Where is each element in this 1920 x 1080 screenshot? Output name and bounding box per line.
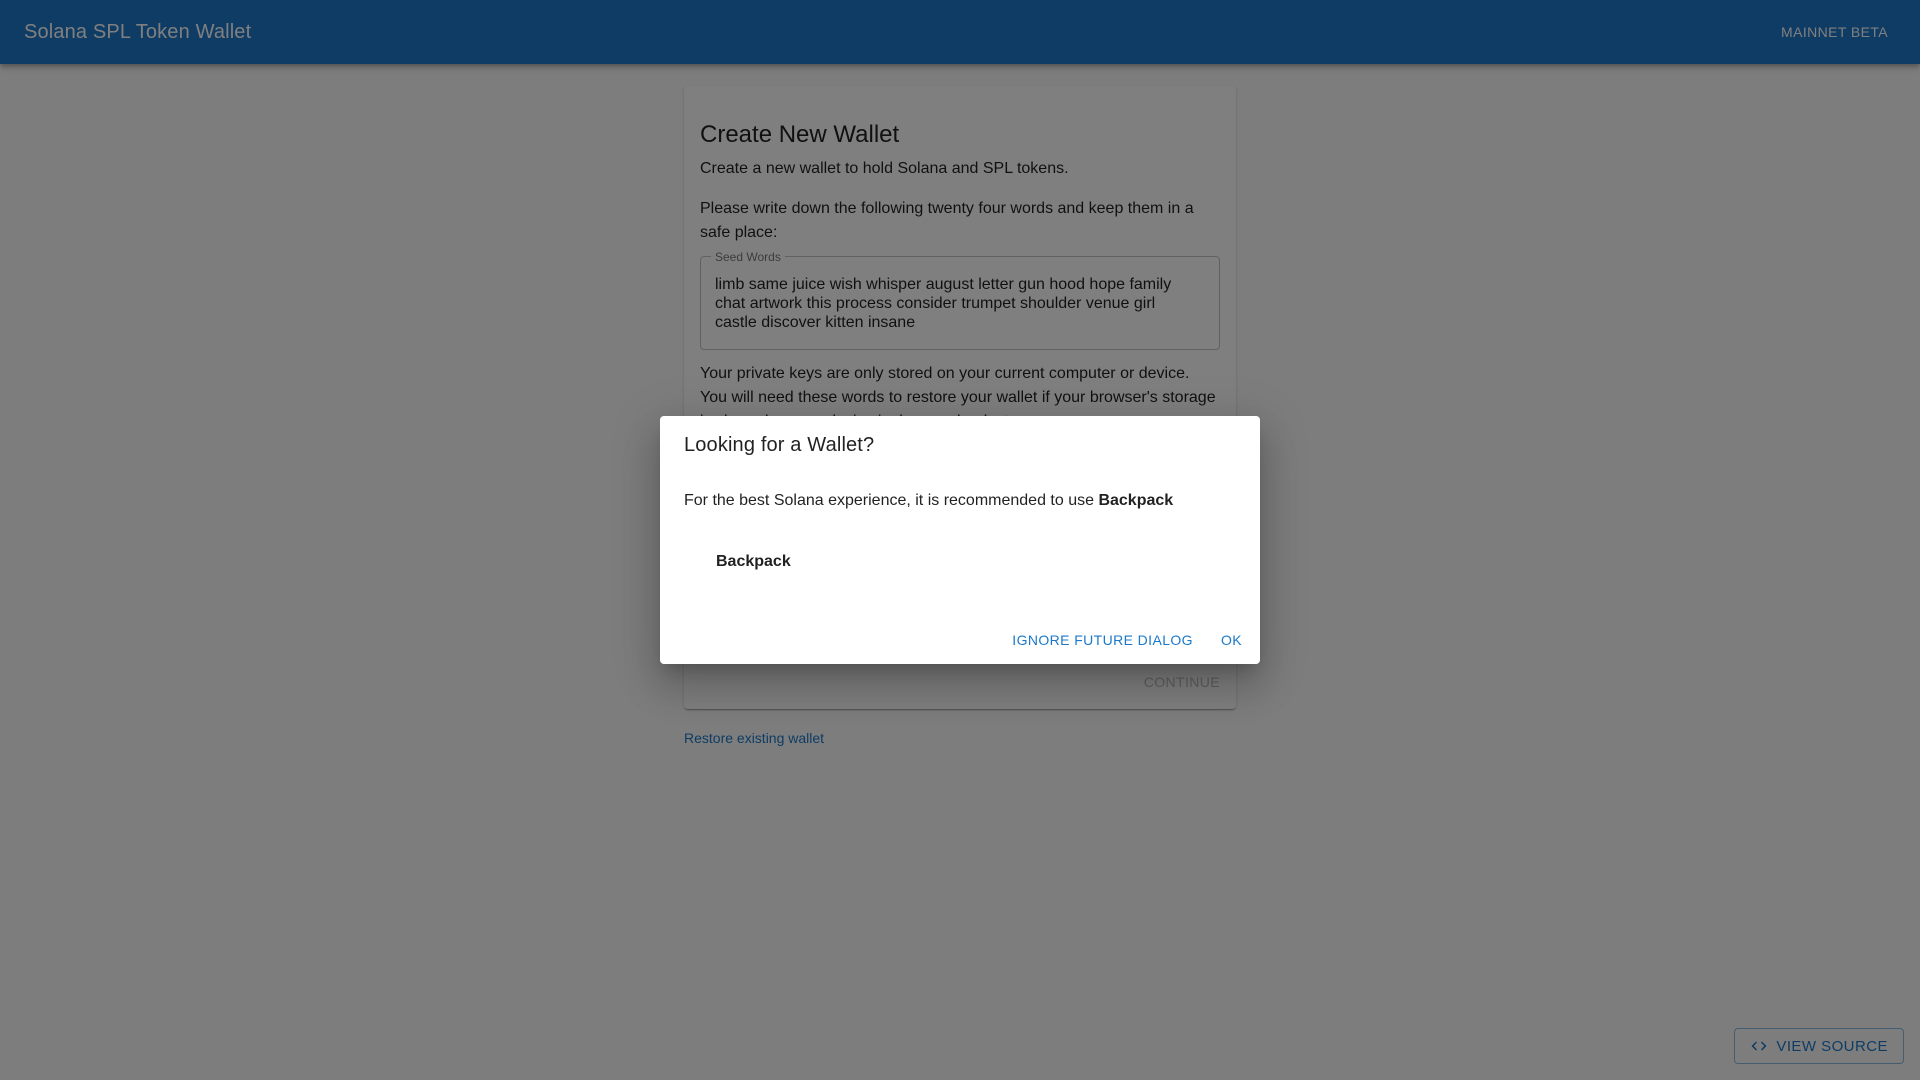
dialog-body-highlight: Backpack: [1098, 492, 1174, 509]
dialog-actions: IGNORE FUTURE DIALOG OK: [1002, 624, 1252, 656]
ok-button[interactable]: OK: [1211, 624, 1252, 656]
dialog-body: For the best Solana experience, it is re…: [684, 489, 1173, 513]
ignore-future-dialog-button[interactable]: IGNORE FUTURE DIALOG: [1002, 624, 1203, 656]
dialog-body-text: For the best Solana experience, it is re…: [684, 492, 1099, 509]
backpack-wallet-option[interactable]: Backpack: [700, 549, 807, 575]
wallet-recommendation-dialog: Looking for a Wallet? For the best Solan…: [660, 416, 1260, 664]
dialog-title: Looking for a Wallet?: [684, 434, 875, 456]
